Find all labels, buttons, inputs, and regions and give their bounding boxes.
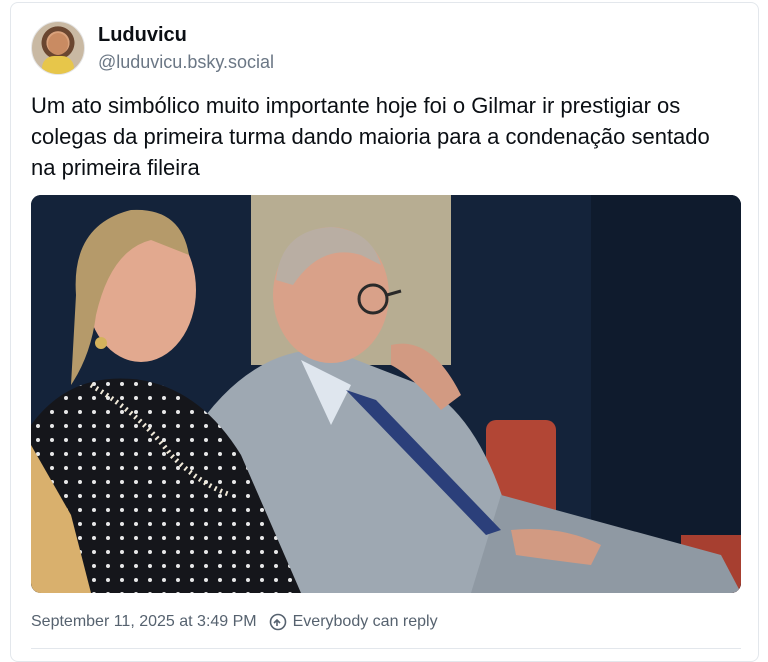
reply-setting-label[interactable]: Everybody can reply [293,613,438,631]
author-name[interactable]: Luduvicu [98,24,187,47]
avatar-shirt [42,56,74,74]
author-avatar[interactable] [31,21,85,75]
post-timestamp[interactable]: September 11, 2025 at 3:49 PM [31,613,257,631]
reply-settings-icon [269,613,287,631]
divider [31,648,741,649]
avatar-face [48,33,68,55]
author-handle[interactable]: @luduvicu.bsky.social [98,52,274,73]
post-image-photo [31,195,741,593]
post-image[interactable] [31,195,741,593]
post-text: Um ato simbólico muito importante hoje f… [31,93,710,180]
post-meta: September 11, 2025 at 3:49 PM Everybody … [31,613,438,631]
